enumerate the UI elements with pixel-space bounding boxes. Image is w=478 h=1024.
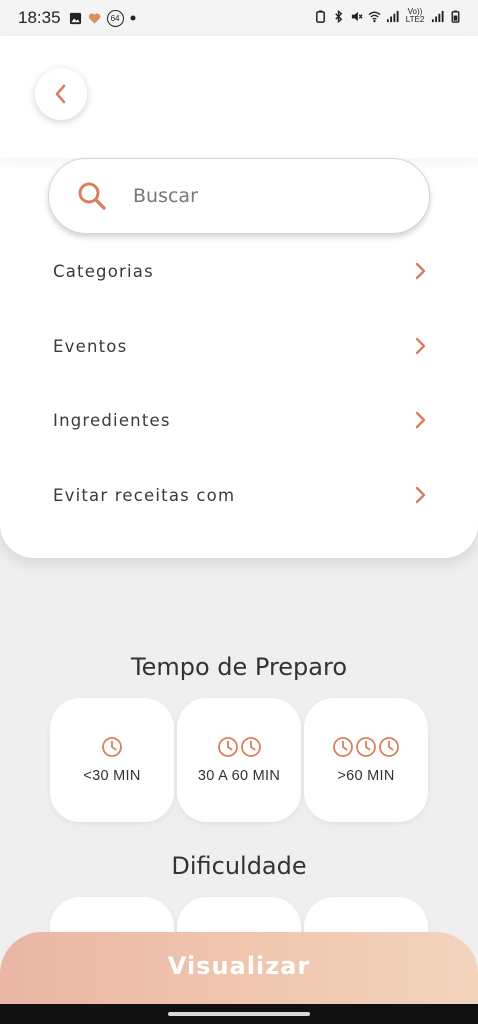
clock-icons (101, 736, 123, 758)
chevron-right-icon (415, 411, 426, 429)
clock-icon (333, 737, 353, 757)
clock-icon (217, 737, 238, 757)
filter-item-ingredientes[interactable]: Ingredientes (0, 390, 478, 450)
gallery-icon (69, 12, 81, 24)
filter-item-categorias[interactable]: Categorias (0, 241, 478, 301)
section-title-tempo: Tempo de Preparo (130, 653, 348, 681)
battery-icon (451, 9, 460, 23)
section-title-dificuldade: Dificuldade (171, 852, 307, 880)
wifi-icon (368, 11, 381, 22)
filter-item-eventos[interactable]: Eventos (0, 316, 478, 376)
mute-icon (351, 11, 363, 21)
tempo-option-gt60[interactable]: >60 MIN (304, 698, 428, 822)
back-button[interactable] (35, 68, 87, 120)
bluetooth-icon (335, 9, 343, 23)
chevron-right-icon (415, 262, 426, 280)
notification-dot-icon (130, 15, 136, 21)
search-icon (78, 182, 106, 210)
tempo-option-label: <30 MIN (83, 768, 141, 784)
status-time: 18:35 (18, 8, 61, 27)
signal-2-icon (431, 10, 444, 22)
clock-icon (379, 737, 399, 757)
network-type: Vo)) LTE2 (405, 7, 425, 24)
battery-saver-icon (316, 9, 325, 23)
home-handle[interactable] (168, 1012, 310, 1016)
header (0, 36, 478, 158)
filter-item-label: Evitar receitas com (53, 485, 236, 505)
tempo-option-label: >60 MIN (337, 768, 395, 784)
tempo-option-label: 30 A 60 MIN (197, 768, 281, 784)
filter-item-evitar[interactable]: Evitar receitas com (0, 465, 478, 525)
clock-icon (102, 737, 122, 757)
badge-64: 64 (106, 9, 124, 27)
clock-icons (332, 736, 400, 758)
signal-icon (386, 10, 399, 22)
filter-item-label: Categorias (53, 261, 154, 281)
search-input[interactable] (133, 185, 393, 207)
search-bar[interactable] (48, 158, 430, 234)
back-chevron-icon (55, 84, 66, 104)
tempo-option-lt30[interactable]: <30 MIN (50, 698, 174, 822)
chevron-right-icon (415, 337, 426, 355)
tempo-option-30-60[interactable]: 30 A 60 MIN (177, 698, 301, 822)
system-nav-bar (0, 1004, 478, 1024)
filter-item-label: Ingredientes (53, 410, 171, 430)
chevron-right-icon (415, 486, 426, 504)
filter-item-label: Eventos (53, 336, 128, 356)
status-bar: 18:35 64 Vo)) LTE2 (0, 0, 478, 36)
health-heart-icon (88, 12, 100, 24)
filter-card: Categorias Eventos Ingredientes Evitar r… (0, 36, 478, 558)
clock-icon (356, 737, 376, 757)
clock-icons (217, 736, 262, 758)
clock-icon (240, 737, 261, 757)
